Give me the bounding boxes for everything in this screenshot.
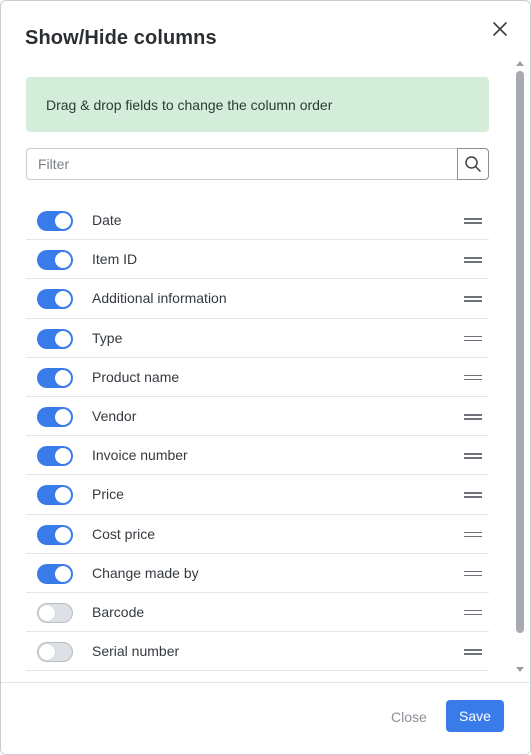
column-row: Cost price [26,515,489,554]
column-visibility-toggle[interactable] [37,563,73,584]
column-row: Date [26,201,489,241]
column-label: Invoice number [92,447,188,464]
column-label: Type [92,329,123,346]
column-visibility-toggle[interactable] [37,328,73,349]
column-row: Additional information [26,279,489,319]
close-button[interactable]: Close [383,701,435,733]
drag-handle-icon[interactable] [464,648,482,655]
column-row: Invoice number [26,436,489,476]
column-label: Barcode [92,603,145,620]
toggle-knob [55,448,71,465]
toggle-knob [55,330,71,347]
column-label: Change made by [92,564,199,581]
column-label: Date [92,212,122,228]
column-label: Additional information [92,290,227,307]
drag-handle-icon[interactable] [464,295,482,302]
column-row: Type [26,319,489,358]
column-row: Price [26,475,489,515]
column-row: Item ID [26,240,489,280]
drag-handle-icon[interactable] [464,335,482,342]
column-row: Barcode [26,593,489,633]
column-label: Price [92,486,124,503]
column-visibility-toggle[interactable] [37,406,73,427]
column-row: Serial number [26,632,489,672]
toggle-knob [55,252,71,269]
toggle-knob [39,644,55,661]
column-label: Product name [92,368,180,385]
scrollbar[interactable] [514,59,526,679]
toggle-knob [55,487,71,504]
filter-group [26,148,489,180]
drag-handle-icon[interactable] [464,531,482,538]
column-visibility-toggle[interactable] [37,250,73,271]
dialog-footer: Close Save [1,682,530,754]
column-visibility-toggle[interactable] [37,485,73,506]
show-hide-columns-dialog: Show/Hide columns Drag & drop fields to … [0,0,531,755]
drag-handle-icon[interactable] [464,452,482,459]
column-visibility-toggle[interactable] [37,602,73,623]
drag-handle-icon[interactable] [464,609,482,616]
toggle-knob [55,369,71,386]
dialog-title: Show/Hide columns [25,27,217,49]
column-label: Vendor [92,407,137,424]
drag-handle-icon[interactable] [464,413,482,420]
column-row: Vendor [26,397,489,437]
column-visibility-toggle[interactable] [37,446,73,467]
toggle-knob [39,604,55,621]
column-label: Cost price [92,525,156,542]
filter-input[interactable] [26,148,458,180]
column-label: Item ID [92,251,138,268]
drag-handle-icon[interactable] [464,491,482,498]
info-message: Drag & drop fields to change the column … [26,77,489,132]
toggle-knob [55,565,71,582]
close-icon[interactable] [489,18,511,40]
column-visibility-toggle[interactable] [37,642,73,663]
toggle-knob [55,213,71,229]
search-button[interactable] [457,148,489,180]
column-visibility-toggle[interactable] [37,367,73,388]
drag-handle-icon[interactable] [464,570,482,577]
scrollbar-thumb[interactable] [516,71,524,633]
save-button[interactable]: Save [446,700,504,732]
column-visibility-toggle[interactable] [37,211,73,231]
scroll-up-arrow[interactable] [516,61,524,66]
search-icon [465,156,481,172]
toggle-knob [55,291,71,308]
drag-handle-icon[interactable] [464,374,482,381]
column-list: Date Item ID Additional information Type Pro… [26,201,489,672]
toggle-knob [55,408,71,425]
column-visibility-toggle[interactable] [37,524,73,545]
drag-handle-icon[interactable] [464,256,482,263]
column-visibility-toggle[interactable] [37,289,73,310]
column-label: Serial number [92,643,180,660]
column-row: Product name [26,358,489,397]
column-row: Change made by [26,554,489,593]
scroll-down-arrow[interactable] [516,667,524,672]
drag-handle-icon[interactable] [464,217,482,224]
toggle-knob [55,526,71,543]
